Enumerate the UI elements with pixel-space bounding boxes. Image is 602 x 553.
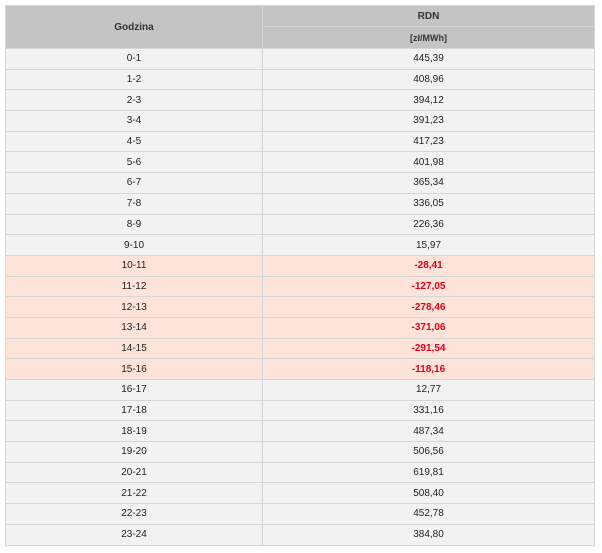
header-rdn: RDN xyxy=(262,5,595,27)
hour-cell: 18-19 xyxy=(5,420,263,443)
hour-cell: 15-16 xyxy=(5,358,263,380)
price-table-container: Godzina RDN [zł/MWh] 0-1 445,39 1-2 408,96 2… xyxy=(5,5,595,546)
hour-cell: 6-7 xyxy=(5,172,263,194)
table-row: 12-13 -278,46 xyxy=(5,296,595,318)
table-row: 21-22 508,40 xyxy=(5,482,595,505)
price-cell: -127,05 xyxy=(262,275,595,298)
price-cell: 445,39 xyxy=(262,48,595,70)
hour-cell: 21-22 xyxy=(5,482,263,505)
table-row: 2-3 394,12 xyxy=(5,89,595,112)
price-cell: 452,78 xyxy=(262,503,595,525)
hour-cell: 17-18 xyxy=(5,399,263,422)
hour-cell: 16-17 xyxy=(5,379,263,401)
table-row: 10-11 -28,41 xyxy=(5,254,595,277)
table-row: 14-15 -291,54 xyxy=(5,337,595,360)
table-row: 22-23 452,78 xyxy=(5,503,595,525)
table-row: 9-10 15,97 xyxy=(5,234,595,256)
price-cell: 487,34 xyxy=(262,420,595,443)
hour-cell: 3-4 xyxy=(5,110,263,132)
price-cell: 417,23 xyxy=(262,130,595,153)
price-cell: -371,06 xyxy=(262,316,595,339)
table-row: 19-20 506,56 xyxy=(5,441,595,463)
price-cell: -291,54 xyxy=(262,337,595,360)
hour-cell: 13-14 xyxy=(5,316,263,339)
price-cell: 226,36 xyxy=(262,213,595,236)
hour-cell: 9-10 xyxy=(5,234,263,256)
table-row: 15-16 -118,16 xyxy=(5,358,595,380)
hour-cell: 5-6 xyxy=(5,151,263,174)
price-table: Godzina RDN [zł/MWh] 0-1 445,39 1-2 408,96 2… xyxy=(5,5,595,546)
hour-cell: 10-11 xyxy=(5,254,263,277)
table-row: 13-14 -371,06 xyxy=(5,316,595,339)
table-row: 11-12 -127,05 xyxy=(5,275,595,298)
table-row: 1-2 408,96 xyxy=(5,68,595,91)
table-row: 20-21 619,81 xyxy=(5,461,595,484)
hour-cell: 8-9 xyxy=(5,213,263,236)
price-cell: -28,41 xyxy=(262,254,595,277)
hour-cell: 22-23 xyxy=(5,503,263,525)
table-row: 17-18 331,16 xyxy=(5,399,595,422)
price-cell: 508,40 xyxy=(262,482,595,505)
price-cell: 401,98 xyxy=(262,151,595,174)
price-cell: 619,81 xyxy=(262,461,595,484)
table-row: 0-1 445,39 xyxy=(5,48,595,70)
table-header: Godzina RDN [zł/MWh] xyxy=(5,5,595,49)
header-hour: Godzina xyxy=(5,5,263,49)
table-row: 23-24 384,80 xyxy=(5,523,595,546)
hour-cell: 7-8 xyxy=(5,192,263,215)
price-cell: 408,96 xyxy=(262,68,595,91)
price-cell: 336,05 xyxy=(262,192,595,215)
price-cell: 15,97 xyxy=(262,234,595,256)
hour-cell: 1-2 xyxy=(5,68,263,91)
price-cell: 331,16 xyxy=(262,399,595,422)
price-cell: 12,77 xyxy=(262,379,595,401)
table-body: 0-1 445,39 1-2 408,96 2-3 394,12 3-4 391,23 4-5 4… xyxy=(5,48,595,546)
price-cell: 506,56 xyxy=(262,441,595,463)
table-row: 8-9 226,36 xyxy=(5,213,595,236)
table-row: 6-7 365,34 xyxy=(5,172,595,194)
table-row: 3-4 391,23 xyxy=(5,110,595,132)
hour-cell: 23-24 xyxy=(5,523,263,546)
header-unit: [zł/MWh] xyxy=(262,26,595,49)
price-cell: 391,23 xyxy=(262,110,595,132)
hour-cell: 0-1 xyxy=(5,48,263,70)
hour-cell: 11-12 xyxy=(5,275,263,298)
table-row: 4-5 417,23 xyxy=(5,130,595,153)
hour-cell: 19-20 xyxy=(5,441,263,463)
price-cell: -278,46 xyxy=(262,296,595,318)
table-row: 16-17 12,77 xyxy=(5,379,595,401)
price-cell: 394,12 xyxy=(262,89,595,112)
price-cell: -118,16 xyxy=(262,358,595,380)
hour-cell: 4-5 xyxy=(5,130,263,153)
hour-cell: 20-21 xyxy=(5,461,263,484)
price-cell: 384,80 xyxy=(262,523,595,546)
hour-cell: 12-13 xyxy=(5,296,263,318)
table-row: 5-6 401,98 xyxy=(5,151,595,174)
table-row: 18-19 487,34 xyxy=(5,420,595,443)
hour-cell: 2-3 xyxy=(5,89,263,112)
hour-cell: 14-15 xyxy=(5,337,263,360)
table-row: 7-8 336,05 xyxy=(5,192,595,215)
price-cell: 365,34 xyxy=(262,172,595,194)
